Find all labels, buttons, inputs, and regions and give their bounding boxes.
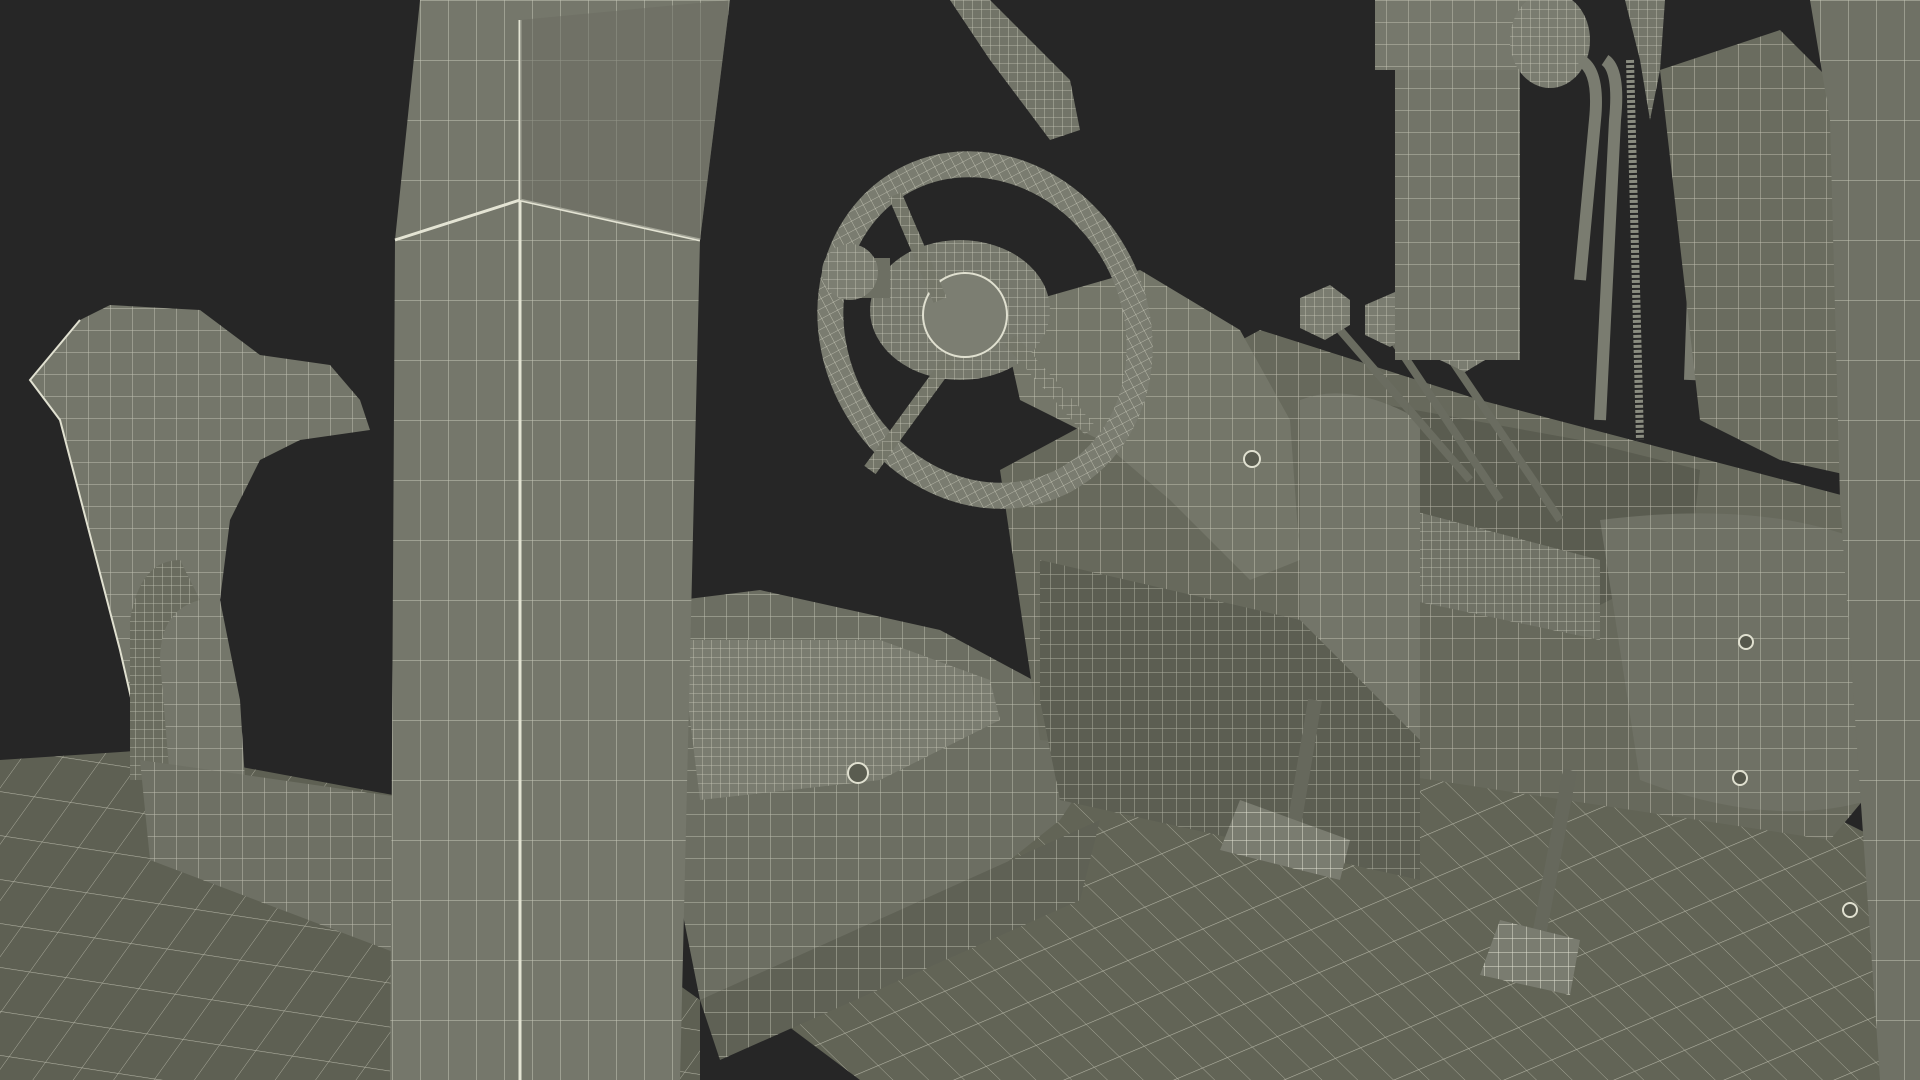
console-bolt <box>847 762 869 784</box>
side-bolt <box>1842 902 1858 918</box>
mast-cylinder <box>1375 0 1535 360</box>
overhead-guard-post-front-left <box>390 0 730 1080</box>
forklift-cab-wireframe-render <box>0 0 1920 1080</box>
side-bolt <box>1738 634 1754 650</box>
column-bolt <box>1243 450 1261 468</box>
side-bolt <box>1732 770 1748 786</box>
render-viewport <box>0 0 1920 1080</box>
